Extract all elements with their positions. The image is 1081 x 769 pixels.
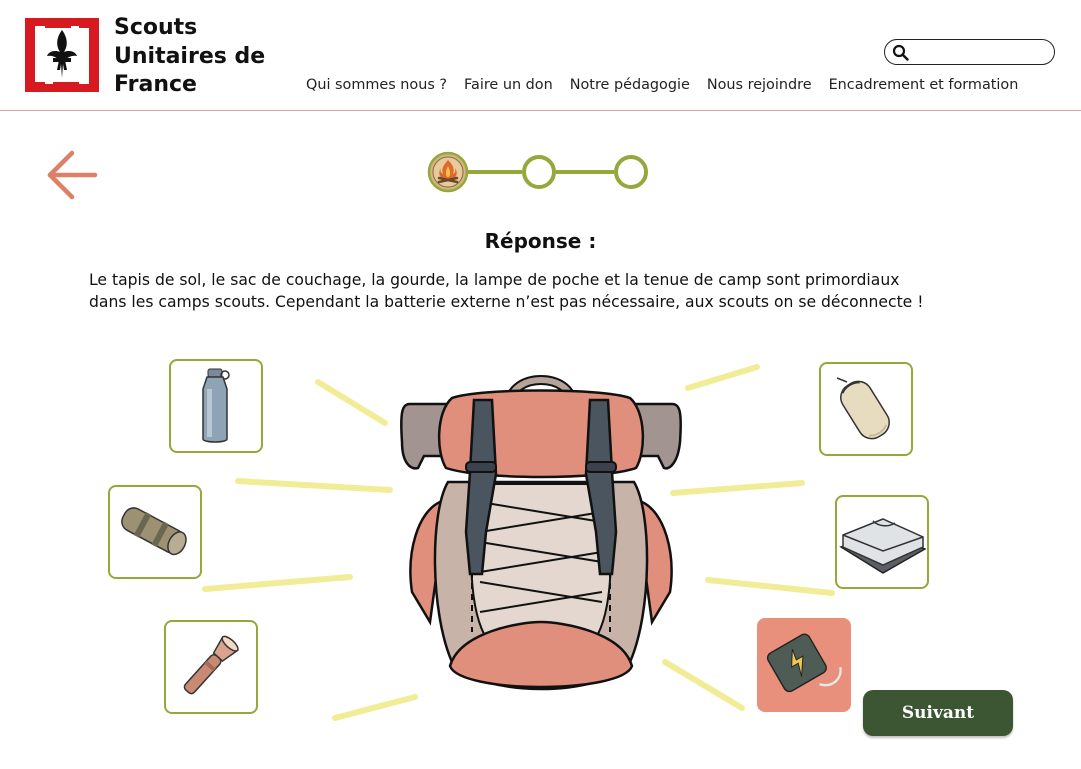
nav-item-notre-pedagogie[interactable]: Notre pédagogie [570, 77, 690, 93]
item-flashlight[interactable] [164, 620, 258, 714]
item-sleeping-mat[interactable] [108, 485, 202, 579]
nav-item-encadrement-formation[interactable]: Encadrement et formation [829, 77, 1019, 93]
sleeping-mat-icon [121, 507, 187, 556]
item-water-bottle[interactable] [169, 359, 263, 453]
brand-line-2: Unitaires de [114, 43, 266, 69]
main-nav: Qui sommes nous ? Faire un don Notre péd… [306, 77, 1018, 93]
item-folded-clothes[interactable] [835, 495, 929, 589]
search-input[interactable] [913, 42, 1047, 62]
flashlight-icon [183, 635, 239, 695]
site-brand-name[interactable]: Scouts Unitaires de France [114, 14, 265, 100]
progress-step-2 [522, 155, 556, 189]
nav-item-faire-un-don[interactable]: Faire un don [464, 77, 553, 93]
power-bank-icon [766, 633, 842, 693]
progress-step-current [427, 151, 469, 193]
page-title: Réponse : [484, 229, 597, 253]
nav-item-nous-rejoindre[interactable]: Nous rejoindre [707, 77, 812, 93]
folded-clothes-icon [839, 518, 926, 574]
backpack-icon [400, 375, 682, 691]
sleeping-bag-icon [836, 377, 890, 440]
progress-steps [427, 151, 648, 193]
progress-step-3 [614, 155, 648, 189]
brand-line-1: Scouts [114, 15, 198, 40]
search-icon[interactable] [892, 44, 909, 61]
site-header: Scouts Unitaires de France Qui sommes no… [0, 0, 1081, 111]
back-arrow-icon[interactable] [44, 148, 100, 204]
search-box[interactable] [884, 39, 1055, 65]
answer-line-1: Le tapis de sol, le sac de couchage, la … [89, 271, 900, 289]
item-power-bank[interactable] [757, 618, 851, 712]
nav-item-qui-sommes-nous[interactable]: Qui sommes nous ? [306, 77, 447, 93]
answer-text: Le tapis de sol, le sac de couchage, la … [89, 269, 1019, 313]
scouts-logo-icon[interactable] [25, 18, 99, 92]
answer-line-2: dans les camps scouts. Cependant la batt… [89, 293, 924, 311]
next-button[interactable]: Suivant [863, 690, 1013, 736]
item-sleeping-bag[interactable] [819, 362, 913, 456]
brand-line-3: France [114, 72, 197, 97]
water-bottle-icon [202, 368, 230, 443]
